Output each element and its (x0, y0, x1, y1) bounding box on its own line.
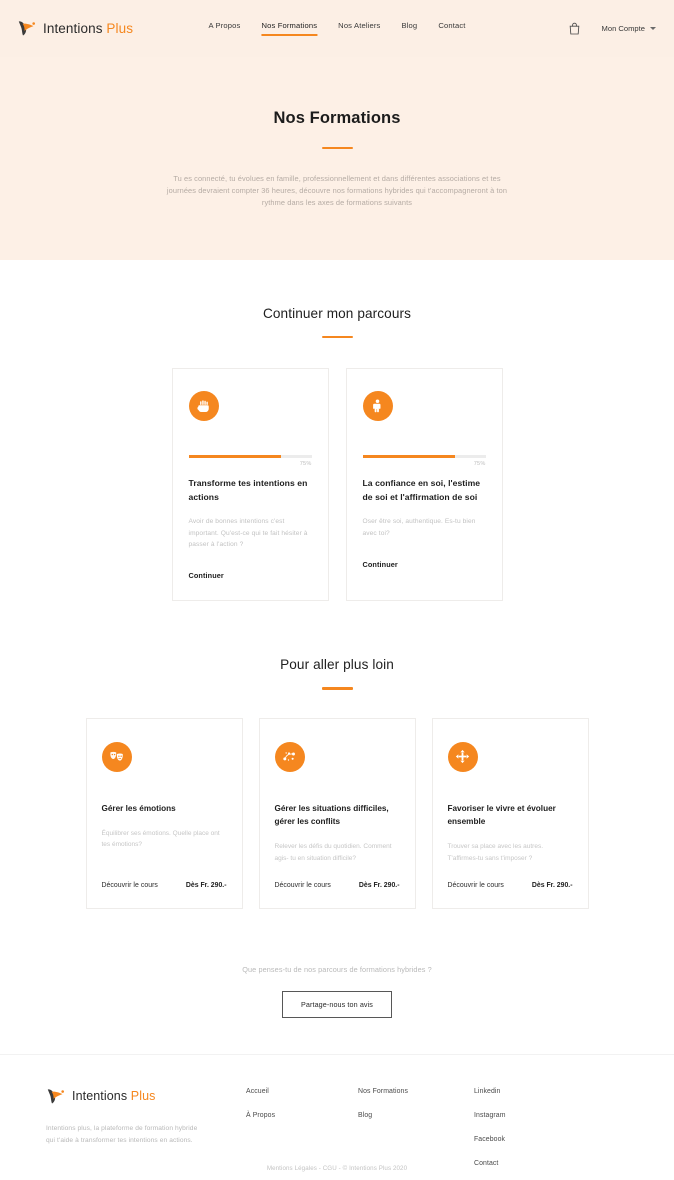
feedback-section: Que penses-tu de nos parcours de formati… (0, 965, 674, 1018)
progress-bar: 75% (362, 455, 486, 467)
footer-blurb: Intentions plus, la plateforme de format… (46, 1124, 198, 1144)
footer-link-accueil[interactable]: Accueil (246, 1088, 358, 1095)
discover-section: Pour aller plus loin Gérer les émotions (0, 657, 674, 909)
chevron-down-icon (650, 27, 656, 30)
footer-column-content: Nos Formations Blog (358, 1088, 474, 1119)
card-footer: Découvrir le cours Dès Fr. 290.- (448, 864, 573, 889)
section-underline-rule (321, 336, 353, 339)
header-actions: Mon Compte (569, 22, 656, 35)
course-description: Trouver sa place avec les autres. T'affi… (447, 843, 544, 862)
feedback-question: Que penses-tu de nos parcours de formati… (242, 964, 432, 974)
main-nav: A Propos Nos Formations Nos Ateliers Blo… (208, 21, 465, 36)
progress-section: Continuer mon parcours 75% Transforme te… (0, 306, 674, 602)
progress-card[interactable]: 75% La confiance en soi, l'estime de soi… (345, 368, 503, 602)
course-description: Oser être soi, authentique. Es-tu bien a… (362, 518, 476, 537)
nav-item-a-propos[interactable]: A Propos (208, 21, 240, 36)
course-title: Favoriser le vivre et évoluer ensemble (447, 803, 556, 827)
progress-section-title: Continuer mon parcours (262, 306, 412, 321)
copyright-text: Mentions Légales - CGU - © Intentions Pl… (266, 1165, 408, 1172)
shopping-bag-icon[interactable] (569, 22, 580, 35)
nav-item-contact[interactable]: Contact (438, 21, 465, 36)
footer-link-a-propos[interactable]: À Propos (246, 1112, 358, 1119)
discover-section-title: Pour aller plus loin (280, 657, 394, 673)
course-price: Dès Fr. 290.- (185, 881, 227, 889)
account-label: Mon Compte (601, 24, 645, 33)
course-title: Gérer les émotions (101, 803, 176, 813)
discover-card-list: Gérer les émotions Équilibrer ses émotio… (0, 717, 674, 909)
account-menu[interactable]: Mon Compte (602, 24, 656, 33)
footer-column-social: Linkedin Instagram Facebook Contact (474, 1088, 584, 1167)
discover-card[interactable]: Gérer les émotions Équilibrer ses émotio… (85, 717, 243, 909)
progress-track (362, 455, 486, 458)
site-footer: Intentions Plus Intentions plus, la plat… (0, 1053, 674, 1167)
discover-card[interactable]: Favoriser le vivre et évoluer ensemble T… (431, 717, 589, 909)
raised-fist-icon (188, 391, 219, 422)
bird-wing-logo-icon (47, 1089, 64, 1104)
section-underline-rule (321, 687, 353, 690)
discover-card[interactable]: Gérer les situations difficiles, gérer l… (258, 717, 416, 909)
progress-percent-label: 75% (473, 460, 486, 467)
continue-link[interactable]: Continuer (363, 560, 486, 569)
course-title: Gérer les situations difficiles, gérer l… (274, 803, 389, 827)
title-underline-rule (321, 147, 353, 150)
progress-track (188, 455, 312, 458)
share-feedback-button[interactable]: Partage-nous ton avis (281, 990, 393, 1018)
footer-brand-block: Intentions Plus Intentions plus, la plat… (46, 1088, 246, 1147)
nav-item-nos-ateliers[interactable]: Nos Ateliers (338, 21, 380, 36)
footer-link-instagram[interactable]: Instagram (474, 1112, 584, 1119)
progress-percent-label: 75% (299, 460, 312, 467)
course-description: Avoir de bonnes intentions c'est importa… (188, 518, 308, 549)
footer-column-site: Accueil À Propos (246, 1088, 358, 1119)
network-nodes-icon (274, 741, 305, 772)
site-header: Intentions Plus A Propos Nos Formations … (0, 0, 674, 57)
course-title: Transforme tes intentions en actions (188, 477, 308, 502)
card-footer: Découvrir le cours Dès Fr. 290.- (102, 864, 227, 889)
footer-link-linkedin[interactable]: Linkedin (474, 1088, 584, 1095)
discover-course-link[interactable]: Découvrir le cours (448, 882, 504, 889)
progress-card-list: 75% Transforme tes intentions en actions… (0, 368, 674, 602)
course-price: Dès Fr. 290.- (531, 881, 573, 889)
nav-item-blog[interactable]: Blog (402, 21, 418, 36)
course-price: Dès Fr. 290.- (358, 881, 400, 889)
course-title: La confiance en soi, l'estime de soi et … (362, 477, 481, 502)
hero-section: Nos Formations Tu es connecté, tu évolue… (0, 57, 674, 260)
course-description: Équilibrer ses émotions. Quelle place on… (101, 830, 220, 849)
footer-link-facebook[interactable]: Facebook (474, 1136, 584, 1143)
footer-brand-name: Intentions Plus (72, 1089, 156, 1104)
progress-fill (188, 455, 281, 458)
page-root: Intentions Plus A Propos Nos Formations … (0, 0, 674, 1180)
discover-course-link[interactable]: Découvrir le cours (102, 882, 158, 889)
theater-masks-icon (101, 741, 132, 772)
brand-logo[interactable]: Intentions Plus (17, 20, 133, 37)
standing-person-icon (362, 391, 393, 422)
discover-course-link[interactable]: Découvrir le cours (275, 882, 331, 889)
progress-fill (362, 455, 455, 458)
footer-link-blog[interactable]: Blog (358, 1112, 474, 1119)
bird-wing-logo-icon (18, 21, 35, 36)
brand-name: Intentions Plus (43, 21, 134, 36)
nav-item-nos-formations[interactable]: Nos Formations (261, 21, 317, 36)
expand-arrows-icon (447, 741, 478, 772)
card-footer: Découvrir le cours Dès Fr. 290.- (275, 864, 400, 889)
footer-brand-logo[interactable]: Intentions Plus (46, 1088, 246, 1105)
hero-subtitle: Tu es connecté, tu évolues en famille, p… (166, 174, 508, 208)
progress-card[interactable]: 75% Transforme tes intentions en actions… (171, 368, 329, 602)
continue-link[interactable]: Continuer (189, 571, 312, 580)
progress-bar: 75% (188, 455, 312, 467)
course-description: Relever les défis du quotidien. Comment … (274, 843, 392, 862)
page-title: Nos Formations (273, 109, 401, 127)
footer-link-nos-formations[interactable]: Nos Formations (358, 1088, 474, 1095)
